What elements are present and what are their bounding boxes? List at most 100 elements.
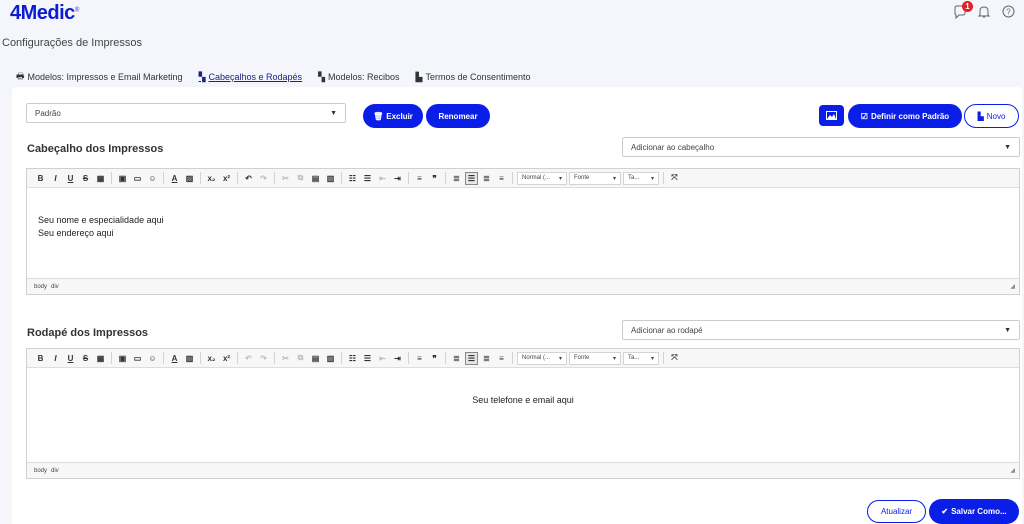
background-color-icon[interactable]: ▨ — [183, 172, 196, 185]
rename-button[interactable]: Renomear — [426, 104, 490, 128]
chat-icon[interactable]: 1 — [952, 1, 973, 21]
footer-editor-toolbar: B I U S ▦ ▣ ▭ ☺ A ▨ x₂ x² ↶ ↷ ✂ ⧉ ▤ ▥ ☷ … — [27, 349, 1019, 368]
app-logo[interactable]: 4Medic® — [10, 2, 79, 25]
blockquote-icon[interactable]: ❞ — [428, 172, 441, 185]
check-icon: ✔ — [941, 507, 949, 516]
insert-line-icon[interactable]: ▭ — [131, 352, 144, 365]
bullet-list-icon[interactable]: ☰ — [361, 172, 374, 185]
emoji-icon[interactable]: ☺ — [146, 172, 159, 185]
path-div[interactable]: div — [51, 284, 59, 290]
align-right-icon[interactable]: ≣ — [480, 352, 493, 365]
format-select[interactable]: Normal (... ▾ — [517, 351, 567, 365]
bell-icon[interactable] — [976, 5, 992, 21]
resize-handle-icon[interactable]: ◢ — [1010, 283, 1015, 290]
background-color-icon[interactable]: ▨ — [183, 352, 196, 365]
path-body[interactable]: body — [34, 468, 47, 474]
save-as-button[interactable]: ✔ Salvar Como... — [929, 499, 1019, 524]
image-icon — [826, 111, 837, 120]
cut-icon[interactable]: ✂ — [279, 172, 292, 185]
copy-icon[interactable]: ⧉ — [294, 352, 307, 365]
redo-icon[interactable]: ↷ — [257, 352, 270, 365]
chevron-down-icon: ▼ — [1004, 143, 1011, 151]
underline-button[interactable]: U — [64, 352, 77, 365]
undo-icon[interactable]: ↶ — [242, 352, 255, 365]
cut-icon[interactable]: ✂ — [279, 352, 292, 365]
superscript-icon[interactable]: x² — [220, 172, 233, 185]
horizontal-rule-icon[interactable]: ≡ — [413, 352, 426, 365]
bullet-list-icon[interactable]: ☰ — [361, 352, 374, 365]
align-center-icon[interactable]: ☰ — [465, 171, 478, 185]
subscript-icon[interactable]: x₂ — [205, 172, 218, 185]
outdent-icon[interactable]: ⇤ — [376, 172, 389, 185]
tab-modelos-impressos[interactable]: 🖶 Modelos: Impressos e Email Marketing — [16, 69, 183, 85]
emoji-icon[interactable]: ☺ — [146, 352, 159, 365]
new-button[interactable]: ▙ Novo — [964, 104, 1019, 128]
maximize-icon[interactable]: ⤧ — [668, 352, 681, 365]
undo-icon[interactable]: ↶ — [242, 172, 255, 185]
font-select[interactable]: Fonte ▾ — [569, 351, 621, 365]
bold-button[interactable]: B — [34, 172, 47, 185]
add-to-header-select[interactable]: Adicionar ao cabeçalho ▼ — [622, 137, 1020, 157]
align-right-icon[interactable]: ≣ — [480, 172, 493, 185]
printer-icon: 🖶 — [16, 71, 25, 81]
path-body[interactable]: body — [34, 284, 47, 290]
justify-icon[interactable]: ≡ — [495, 352, 508, 365]
horizontal-rule-icon[interactable]: ≡ — [413, 172, 426, 185]
paste-text-icon[interactable]: ▥ — [324, 172, 337, 185]
indent-icon[interactable]: ⇥ — [391, 172, 404, 185]
superscript-icon[interactable]: x² — [220, 352, 233, 365]
align-left-icon[interactable]: ≣ — [450, 352, 463, 365]
top-icons: 1 ? — [952, 1, 1016, 21]
format-select[interactable]: Normal (... ▾ — [517, 171, 567, 185]
paste-icon[interactable]: ▤ — [309, 172, 322, 185]
size-select[interactable]: Ta... ▾ — [623, 171, 659, 185]
numbered-list-icon[interactable]: ☷ — [346, 172, 359, 185]
delete-button[interactable]: 🗑 Excluir — [363, 104, 423, 128]
footer-editor: B I U S ▦ ▣ ▭ ☺ A ▨ x₂ x² ↶ ↷ ✂ ⧉ ▤ ▥ ☷ … — [26, 348, 1020, 479]
italic-button[interactable]: I — [49, 352, 62, 365]
text-color-icon[interactable]: A — [168, 172, 181, 185]
numbered-list-icon[interactable]: ☷ — [346, 352, 359, 365]
header-editor-toolbar: B I U S ▦ ▣ ▭ ☺ A ▨ x₂ x² ↶ ↷ ✂ ⧉ ▤ ▥ ☷ … — [27, 169, 1019, 188]
table-icon[interactable]: ▦ — [94, 352, 107, 365]
text-color-icon[interactable]: A — [168, 352, 181, 365]
blockquote-icon[interactable]: ❞ — [428, 352, 441, 365]
tab-modelos-recibos[interactable]: ▚ Modelos: Recibos — [318, 69, 399, 85]
paste-text-icon[interactable]: ▥ — [324, 352, 337, 365]
font-select[interactable]: Fonte ▾ — [569, 171, 621, 185]
table-icon[interactable]: ▦ — [94, 172, 107, 185]
subscript-icon[interactable]: x₂ — [205, 352, 218, 365]
image-icon[interactable]: ▣ — [116, 172, 129, 185]
help-icon[interactable]: ? — [1000, 5, 1016, 21]
image-button[interactable] — [819, 105, 844, 126]
size-select[interactable]: Ta... ▾ — [623, 351, 659, 365]
update-button[interactable]: Atualizar — [867, 500, 926, 523]
insert-line-icon[interactable]: ▭ — [131, 172, 144, 185]
italic-button[interactable]: I — [49, 172, 62, 185]
bold-button[interactable]: B — [34, 352, 47, 365]
header-editor-content[interactable]: Seu nome e especialidade aqui Seu endere… — [27, 188, 1019, 279]
header-editor-statusbar: body div ◢ — [27, 278, 1019, 294]
strikethrough-button[interactable]: S — [79, 172, 92, 185]
template-select[interactable]: Padrão ▼ — [26, 103, 346, 123]
paste-icon[interactable]: ▤ — [309, 352, 322, 365]
set-default-button[interactable]: ☑ Definir como Padrão — [848, 104, 962, 128]
tab-cabecalhos-rodapes[interactable]: ▚ Cabeçalhos e Rodapés — [199, 69, 303, 85]
add-to-footer-select[interactable]: Adicionar ao rodapé ▼ — [622, 320, 1020, 340]
copy-icon[interactable]: ⧉ — [294, 172, 307, 185]
maximize-icon[interactable]: ⤧ — [668, 172, 681, 185]
align-left-icon[interactable]: ≣ — [450, 172, 463, 185]
align-center-icon[interactable]: ☰ — [465, 351, 478, 365]
indent-icon[interactable]: ⇥ — [391, 352, 404, 365]
image-icon[interactable]: ▣ — [116, 352, 129, 365]
main-card: Padrão ▼ 🗑 Excluir Renomear ☑ Definir como… — [12, 87, 1022, 524]
underline-button[interactable]: U — [64, 172, 77, 185]
path-div[interactable]: div — [51, 468, 59, 474]
tab-termos-consentimento[interactable]: ▙ Termos de Consentimento — [416, 69, 531, 85]
footer-editor-content[interactable]: Seu telefone e email aqui — [27, 368, 1019, 463]
justify-icon[interactable]: ≡ — [495, 172, 508, 185]
strikethrough-button[interactable]: S — [79, 352, 92, 365]
outdent-icon[interactable]: ⇤ — [376, 352, 389, 365]
redo-icon[interactable]: ↷ — [257, 172, 270, 185]
resize-handle-icon[interactable]: ◢ — [1010, 467, 1015, 474]
